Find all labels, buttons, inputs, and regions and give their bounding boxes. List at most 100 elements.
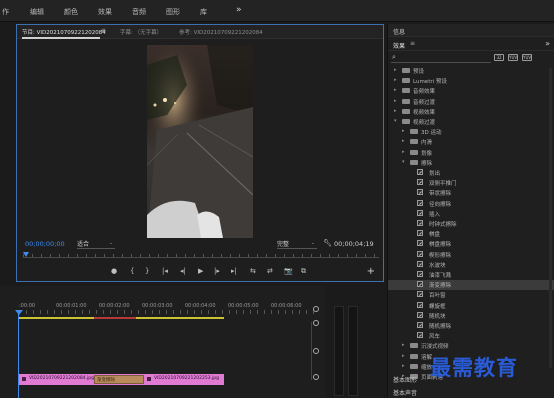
effect-item[interactable]: 棋盘 (388, 229, 554, 239)
effect-item[interactable]: 插入 (388, 209, 554, 219)
effect-item[interactable]: 带状擦除 (388, 188, 554, 198)
collapsed-arrow-icon[interactable]: ▸ (402, 149, 405, 155)
tab-effects[interactable]: 效果 (393, 41, 405, 50)
add-marker-button[interactable]: ● (111, 267, 117, 276)
effect-item[interactable]: 螺旋框 (388, 301, 554, 311)
tab-program[interactable]: 节目: VID20210709221202084 (22, 28, 106, 36)
effect-item[interactable]: 百叶窗 (388, 290, 554, 300)
accelerated-effects-filter-icon[interactable]: 32 (494, 54, 504, 61)
button-editor-plus-button[interactable]: + (367, 266, 375, 277)
info-panel-title: 信息 (393, 29, 406, 36)
effect-item[interactable]: 楔形擦除 (388, 250, 554, 260)
chevron-down-icon: ⌄ (108, 240, 113, 246)
tree-item-label: 螺旋框 (429, 303, 446, 310)
go-to-in-button[interactable]: |◂ (162, 267, 168, 276)
yuv-effects-filter-icon[interactable]: YUV (522, 54, 532, 61)
monitor-playhead-marker[interactable] (23, 252, 29, 257)
effect-item[interactable]: 随机擦除 (388, 321, 554, 331)
effect-folder-item[interactable]: ▸ 内滑 (388, 137, 554, 147)
effect-folder-item[interactable]: ▸ 音频效果 (388, 86, 554, 96)
effects-scrollbar[interactable] (549, 68, 552, 368)
transition-block[interactable]: 渐变擦除 (94, 375, 144, 384)
essential-sound-panel-tab[interactable]: 基本声音 (393, 388, 417, 397)
effect-item[interactable]: 径向擦除 (388, 199, 554, 209)
collapsed-arrow-icon[interactable]: ▸ (402, 128, 405, 134)
monitor-panel-menu-icon[interactable]: ≡ (101, 27, 106, 34)
effect-folder-item[interactable]: ▸ 视频效果 (388, 107, 554, 117)
comparison-view-button[interactable]: ⧉ (301, 267, 306, 276)
essential-graphics-panel-tab[interactable]: 基本图形 (393, 375, 417, 384)
effect-item[interactable]: 风车 (388, 331, 554, 341)
extract-button[interactable]: ⇄ (267, 267, 273, 276)
transition-effect-icon (417, 271, 423, 277)
effect-item[interactable]: 油漆飞溅 (388, 270, 554, 280)
monitor-tab-row: 节目: VID20210709221202084 ≡ 字幕: （无字幕） 参考:… (17, 25, 383, 39)
collapsed-arrow-icon[interactable]: ▸ (402, 363, 405, 369)
effect-folder-item[interactable]: ▾ 视频过渡 (388, 117, 554, 127)
effect-folder-item[interactable]: ▸ Lumetri 预设 (388, 76, 554, 86)
timeline-scroll-track[interactable] (311, 322, 312, 380)
video-frame[interactable] (147, 45, 253, 238)
workspace-tab-effects[interactable]: 效果 (98, 7, 112, 17)
effect-item[interactable]: 棋盘擦除 (388, 239, 554, 249)
collapsed-arrow-icon[interactable]: ▸ (402, 353, 405, 359)
mark-out-button[interactable]: } (145, 267, 149, 276)
play-button[interactable]: ▶ (198, 267, 203, 276)
effect-item[interactable]: 时钟式擦除 (388, 219, 554, 229)
collapsed-arrow-icon[interactable]: ▸ (402, 138, 405, 144)
workspace-tab-libraries[interactable]: 库 (200, 7, 207, 17)
playback-resolution-value: 完整 (277, 241, 290, 248)
collapsed-arrow-icon[interactable]: ▸ (394, 87, 397, 93)
workspace-tab-audio[interactable]: 音频 (132, 7, 146, 17)
zoom-handle-upper[interactable] (313, 320, 319, 326)
expanded-arrow-icon[interactable]: ▾ (402, 159, 405, 165)
tab-reference[interactable]: 参考: VID20210709221202084 (179, 28, 263, 36)
effect-item[interactable]: 随机块 (388, 311, 554, 321)
monitor-scrub-bar[interactable] (23, 252, 379, 261)
mark-in-button[interactable]: { (130, 267, 134, 276)
effect-item[interactable]: 水波块 (388, 260, 554, 270)
playback-resolution-dropdown[interactable]: 完整 ⌄ (277, 239, 317, 249)
zoom-handle-lower[interactable] (313, 348, 319, 354)
effect-folder-item[interactable]: ▸ 音频过渡 (388, 97, 554, 107)
info-panel-header[interactable]: 信息 (388, 24, 554, 37)
playhead-timecode[interactable]: 00;00;00;00 (25, 240, 65, 248)
effects-panel-menu-icon[interactable]: ≡ (410, 40, 415, 47)
expanded-arrow-icon[interactable]: ▾ (394, 118, 397, 124)
step-forward-button[interactable]: |▸ (214, 267, 220, 276)
wrench-icon[interactable]: 🔧︎ (323, 239, 332, 247)
collapsed-arrow-icon[interactable]: ▸ (402, 342, 405, 348)
workspace-tab-assembly[interactable]: 作 (2, 7, 9, 17)
collapsed-arrow-icon[interactable]: ▸ (394, 67, 397, 73)
effect-item[interactable]: 双侧平推门 (388, 178, 554, 188)
effect-folder-item[interactable]: ▾ 擦除 (388, 158, 554, 168)
workspace-tab-color[interactable]: 颜色 (64, 7, 78, 17)
video-clip-track[interactable]: VID20210709221202084.jpg 渐变擦除 VID2021070… (19, 374, 224, 385)
panel-overflow-button[interactable]: » (545, 39, 550, 48)
timeline-playhead-handle[interactable] (15, 310, 23, 315)
workspace-tab-editing[interactable]: 编辑 (30, 7, 44, 17)
go-to-out-button[interactable]: ▸| (231, 267, 237, 276)
workspace-tab-graphics[interactable]: 图形 (166, 7, 180, 17)
workspace-more-button[interactable]: » (236, 5, 242, 15)
effect-folder-item[interactable]: ▸ 预设 (388, 66, 554, 76)
zoom-fit-dropdown[interactable]: 适合 ⌄ (77, 239, 115, 249)
collapsed-arrow-icon[interactable]: ▸ (394, 98, 397, 104)
collapsed-arrow-icon[interactable]: ▸ (394, 77, 397, 83)
collapsed-arrow-icon[interactable]: ▸ (394, 108, 397, 114)
tab-captions[interactable]: 字幕: （无字幕） (120, 28, 162, 36)
effect-item[interactable]: 划出 (388, 168, 554, 178)
zoom-handle-top[interactable] (313, 306, 319, 312)
effect-folder-item[interactable]: ▸ 划像 (388, 148, 554, 158)
effect-folder-item[interactable]: ▸ 3D 运动 (388, 127, 554, 137)
export-frame-button[interactable]: 📷 (284, 267, 293, 276)
transition-effect-icon (417, 230, 423, 237)
zoom-handle-bottom[interactable] (313, 374, 319, 380)
step-back-button[interactable]: ◂| (180, 267, 186, 276)
effects-search-input[interactable]: ⌕ (391, 53, 491, 63)
lift-button[interactable]: ⇆ (250, 267, 256, 276)
32bit-color-filter-icon[interactable]: YUV (508, 54, 518, 61)
time-ruler[interactable]: :00:00 00:00:01:00 00:00:02:00 00:00:03:… (19, 303, 319, 315)
effect-folder-item[interactable]: ▸ 沉浸式视频 (388, 341, 554, 351)
effect-item[interactable]: 渐变擦除 (388, 280, 554, 291)
